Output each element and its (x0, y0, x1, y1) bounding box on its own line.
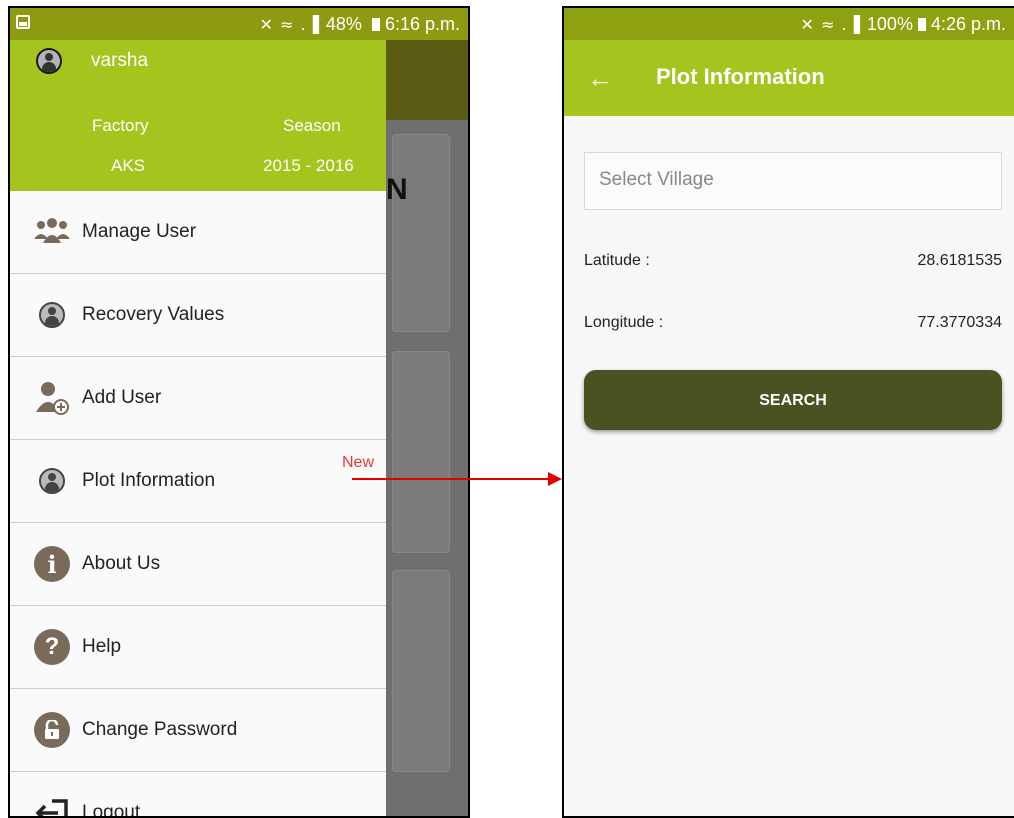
manage-users-icon (32, 212, 72, 252)
drawer-menu: Manage User Recovery Values Add User Plo… (10, 191, 386, 818)
latitude-value: 28.6181535 (917, 252, 1002, 269)
lock-icon (32, 710, 72, 750)
toolbar: ← Plot Information (564, 40, 1014, 116)
menu-item-help[interactable]: ? Help (10, 606, 386, 689)
season-label: Season (283, 116, 341, 135)
user-circle-icon (32, 295, 72, 335)
menu-label: Logout (82, 802, 141, 818)
status-time: 6:16 p.m. (384, 13, 460, 34)
status-bar: ✕ ≈ .▐ 48% 6:16 p.m. (10, 8, 468, 40)
background-heading: N (386, 173, 408, 206)
menu-label: Add User (82, 387, 162, 408)
battery-level: 100% (866, 13, 913, 34)
background-card (392, 134, 450, 332)
background-card (392, 570, 450, 772)
annotation-arrow-line (352, 478, 552, 480)
logout-icon (32, 793, 72, 816)
info-icon: i (32, 544, 72, 584)
status-bar: ✕ ≈ .▐ 100% 4:26 p.m. (564, 8, 1014, 40)
menu-item-add-user[interactable]: Add User (10, 357, 386, 440)
menu-item-manage-user[interactable]: Manage User (10, 191, 386, 274)
latitude-label: Latitude : (584, 252, 650, 269)
right-phone-screen: ✕ ≈ .▐ 100% 4:26 p.m. ← Plot Information … (562, 6, 1014, 818)
left-phone-screen: ✕ ≈ .▐ 48% 6:16 p.m. N varsha Factory Se… (8, 6, 470, 818)
new-badge: New (341, 454, 374, 471)
search-button[interactable]: SEARCH (584, 370, 1002, 430)
back-arrow-icon[interactable]: ← (582, 60, 618, 96)
factory-value: AKS (111, 156, 146, 175)
navigation-drawer: varsha Factory Season AKS 2015 - 2016 Ma… (10, 8, 386, 818)
avatar (36, 48, 62, 74)
battery-icon (371, 17, 380, 31)
help-icon: ? (32, 627, 72, 667)
user-circle-icon (32, 461, 72, 501)
menu-item-change-password[interactable]: Change Password (10, 689, 386, 772)
menu-item-plot-information[interactable]: Plot Information New (10, 440, 386, 523)
menu-label: Manage User (82, 221, 197, 242)
page-title: Plot Information (656, 64, 825, 89)
annotation-arrow-head (548, 472, 562, 486)
menu-item-recovery-values[interactable]: Recovery Values (10, 274, 386, 357)
menu-label: About Us (82, 553, 161, 574)
background-card (392, 351, 450, 553)
select-village-dropdown[interactable]: Select Village (584, 152, 1002, 210)
longitude-label: Longitude : (584, 314, 664, 331)
longitude-value: 77.3770334 (917, 314, 1002, 331)
menu-label: Change Password (82, 719, 238, 740)
menu-item-about-us[interactable]: i About Us (10, 523, 386, 606)
battery-icon (917, 17, 926, 31)
signal-icons: ✕ ≈ .▐ (259, 14, 320, 34)
season-value: 2015 - 2016 (263, 156, 354, 175)
battery-level: 48% (325, 13, 362, 34)
signal-icons: ✕ ≈ .▐ (800, 14, 861, 34)
menu-label: Plot Information (82, 470, 216, 491)
notification-icon (16, 15, 30, 29)
menu-label: Help (82, 636, 122, 657)
factory-label: Factory (92, 116, 149, 135)
menu-label: Recovery Values (82, 304, 225, 325)
username: varsha (91, 50, 149, 71)
add-user-icon (32, 378, 72, 418)
status-time: 4:26 p.m. (930, 13, 1006, 34)
menu-item-logout[interactable]: Logout (10, 772, 386, 818)
